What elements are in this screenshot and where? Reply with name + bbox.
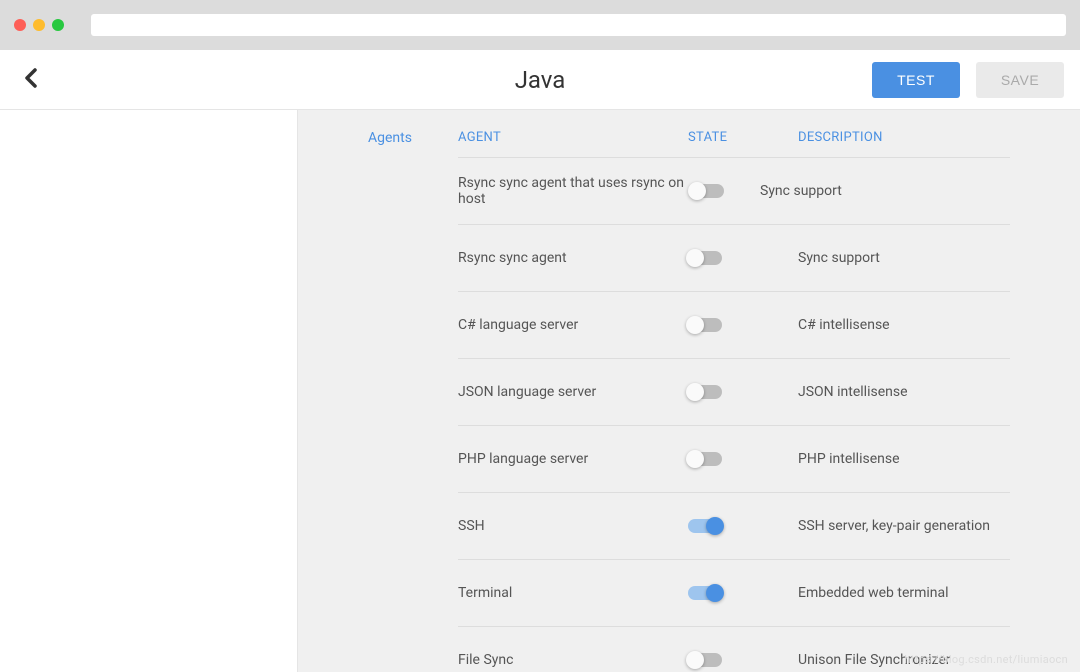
agent-state-cell bbox=[688, 653, 798, 667]
agent-toggle[interactable] bbox=[688, 385, 722, 399]
toggle-knob bbox=[706, 517, 724, 535]
browser-chrome bbox=[0, 0, 1080, 50]
agent-name: Rsync sync agent bbox=[458, 250, 688, 266]
agent-description: Sync support bbox=[760, 183, 1010, 199]
window-close-icon[interactable] bbox=[14, 19, 26, 31]
table-row: Rsync sync agent Sync support bbox=[458, 225, 1010, 292]
back-button[interactable] bbox=[16, 62, 46, 98]
agent-state-cell bbox=[688, 586, 798, 600]
agent-description: Embedded web terminal bbox=[798, 585, 1010, 601]
toggle-knob bbox=[688, 182, 706, 200]
agent-name: PHP language server bbox=[458, 451, 688, 467]
toggle-knob bbox=[686, 651, 704, 669]
agents-table: AGENT STATE DESCRIPTION Rsync sync agent… bbox=[458, 110, 1080, 672]
window-minimize-icon[interactable] bbox=[33, 19, 45, 31]
section-nav-agents[interactable]: Agents bbox=[368, 130, 412, 146]
agent-toggle[interactable] bbox=[688, 586, 722, 600]
agent-description: C# intellisense bbox=[798, 317, 1010, 333]
table-row: C# language server C# intellisense bbox=[458, 292, 1010, 359]
table-header: AGENT STATE DESCRIPTION bbox=[458, 110, 1010, 158]
agent-state-cell bbox=[688, 519, 798, 533]
agent-state-cell bbox=[690, 184, 760, 198]
toggle-knob bbox=[686, 249, 704, 267]
left-gutter bbox=[0, 110, 298, 672]
agent-name: Terminal bbox=[458, 585, 688, 601]
table-row: JSON language server JSON intellisense bbox=[458, 359, 1010, 426]
page-title: Java bbox=[515, 66, 566, 94]
agent-toggle[interactable] bbox=[690, 184, 724, 198]
agent-description: SSH server, key-pair generation bbox=[798, 518, 1010, 534]
agent-name: Rsync sync agent that uses rsync on host bbox=[458, 175, 690, 207]
agent-name: File Sync bbox=[458, 652, 688, 668]
save-button[interactable]: SAVE bbox=[976, 62, 1064, 98]
table-row: SSH SSH server, key-pair generation bbox=[458, 493, 1010, 560]
agent-name: SSH bbox=[458, 518, 688, 534]
agent-toggle[interactable] bbox=[688, 452, 722, 466]
url-bar[interactable] bbox=[91, 14, 1066, 36]
agent-state-cell bbox=[688, 385, 798, 399]
col-header-description: DESCRIPTION bbox=[798, 130, 1010, 145]
watermark: https://blog.csdn.net/liumiaocn bbox=[904, 653, 1068, 666]
agent-description: JSON intellisense bbox=[798, 384, 1010, 400]
agent-name: C# language server bbox=[458, 317, 688, 333]
toggle-knob bbox=[706, 584, 724, 602]
agent-toggle[interactable] bbox=[688, 318, 722, 332]
toggle-knob bbox=[686, 316, 704, 334]
agent-toggle[interactable] bbox=[688, 653, 722, 667]
table-row: PHP language server PHP intellisense bbox=[458, 426, 1010, 493]
table-row: Terminal Embedded web terminal bbox=[458, 560, 1010, 627]
main-panel: Agents AGENT STATE DESCRIPTION Rsync syn… bbox=[298, 110, 1080, 672]
section-nav: Agents bbox=[298, 110, 458, 672]
agent-state-cell bbox=[688, 452, 798, 466]
chevron-left-icon bbox=[24, 68, 38, 88]
col-header-state: STATE bbox=[688, 130, 798, 145]
test-button[interactable]: TEST bbox=[872, 62, 960, 98]
agent-state-cell bbox=[688, 318, 798, 332]
page-header: Java TEST SAVE bbox=[0, 50, 1080, 110]
window-maximize-icon[interactable] bbox=[52, 19, 64, 31]
agent-toggle[interactable] bbox=[688, 251, 722, 265]
agent-state-cell bbox=[688, 251, 798, 265]
content-area: Agents AGENT STATE DESCRIPTION Rsync syn… bbox=[0, 110, 1080, 672]
toggle-knob bbox=[686, 383, 704, 401]
toggle-knob bbox=[686, 450, 704, 468]
agent-description: PHP intellisense bbox=[798, 451, 1010, 467]
table-row: Rsync sync agent that uses rsync on host… bbox=[458, 158, 1010, 225]
agent-name: JSON language server bbox=[458, 384, 688, 400]
col-header-agent: AGENT bbox=[458, 130, 688, 145]
agent-toggle[interactable] bbox=[688, 519, 722, 533]
agent-description: Sync support bbox=[798, 250, 1010, 266]
